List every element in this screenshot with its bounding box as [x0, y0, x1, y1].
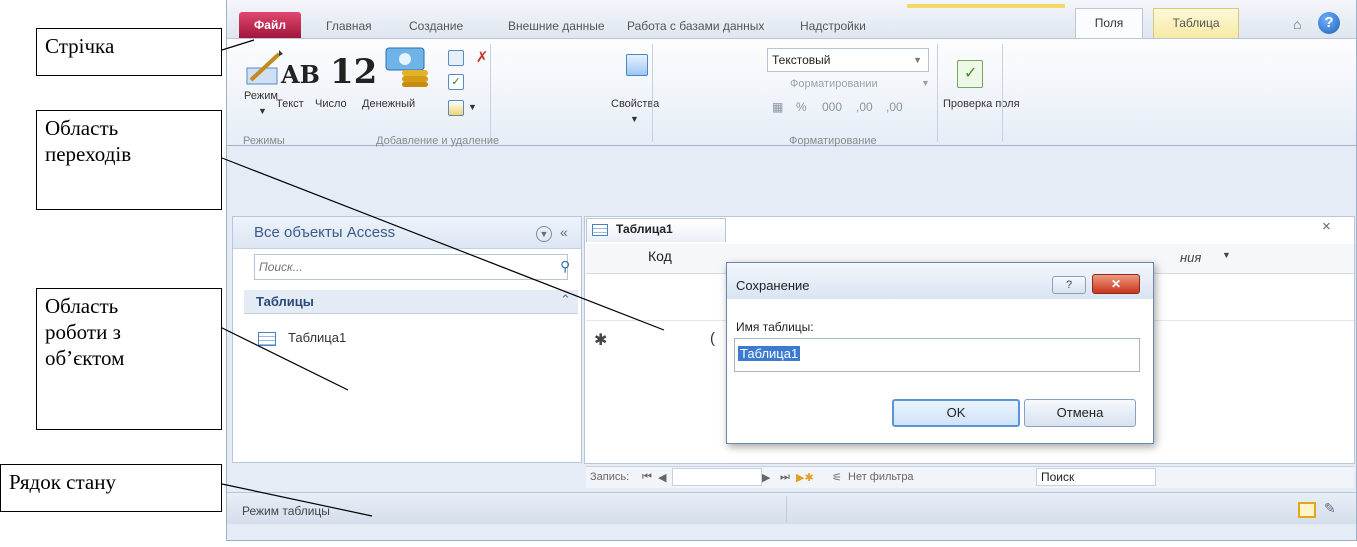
column-header-add[interactable]: ния: [1180, 250, 1201, 265]
format-dropdown-icon[interactable]: ▼: [921, 78, 930, 88]
chevron-down-icon[interactable]: ▼: [1222, 250, 1231, 260]
help-icon[interactable]: ?: [1318, 12, 1340, 34]
ribbon-group-divider: [1002, 44, 1003, 142]
tab-addins[interactable]: Надстройки: [800, 14, 866, 38]
navigation-search-input[interactable]: [254, 254, 568, 280]
table-icon: [258, 332, 276, 346]
mode-dropdown-icon[interactable]: ▼: [258, 106, 267, 116]
ribbon-group-divider: [652, 44, 653, 142]
collapse-group-icon[interactable]: ⌃: [560, 292, 571, 308]
tab-table[interactable]: Таблица: [1153, 8, 1239, 38]
thousands-format-button[interactable]: 000: [822, 100, 842, 114]
mode-button[interactable]: Режим: [244, 90, 278, 102]
tab-home[interactable]: Главная: [326, 14, 372, 38]
callout-status-bar: Рядок стану: [0, 464, 222, 512]
current-record-input[interactable]: [672, 468, 762, 486]
data-type-select[interactable]: Текстовый ▼: [767, 48, 929, 72]
dialog-close-button[interactable]: ✕: [1092, 274, 1140, 294]
chevron-down-icon[interactable]: ▼: [536, 226, 552, 242]
nav-item-table1[interactable]: Таблица1: [288, 330, 346, 345]
currency-field-button[interactable]: Денежный: [362, 98, 415, 110]
filter-status[interactable]: Нет фильтра: [848, 471, 914, 483]
tab-file[interactable]: Файл: [239, 12, 301, 38]
group-label-modes: Режимы: [243, 135, 285, 147]
document-tab-label: Таблица1: [616, 222, 673, 236]
mode-icon: [246, 50, 283, 85]
field-validation-button[interactable]: Проверка поля: [943, 98, 1020, 110]
dialog-help-button[interactable]: ?: [1052, 276, 1086, 294]
table-name-value: Таблица1: [738, 346, 801, 361]
callout-object-area: Область роботи з об’єктом: [36, 288, 222, 430]
format-select[interactable]: Форматировании: [790, 78, 878, 90]
properties-dropdown-icon[interactable]: ▼: [630, 114, 639, 124]
filter-icon: ⚟: [832, 472, 842, 484]
column-header-id[interactable]: Код: [648, 248, 672, 264]
checkbox-field-icon[interactable]: ✓: [448, 74, 464, 90]
group-label-add-delete: Добавление и удаление: [376, 135, 500, 147]
decrease-decimals-button[interactable]: ,00: [886, 100, 903, 114]
properties-icon: [626, 54, 648, 76]
datasheet-view-icon[interactable]: [1298, 502, 1316, 518]
text-field-icon: AB: [281, 60, 320, 89]
new-record-cell[interactable]: (: [710, 330, 715, 347]
status-divider: [786, 496, 787, 522]
search-icon[interactable]: ⚲: [560, 258, 570, 275]
navigation-group-label: Таблицы: [256, 294, 314, 309]
validation-icon: [957, 60, 983, 88]
callout-ribbon-text: Стрічка: [45, 34, 115, 58]
ribbon-group-divider: [490, 44, 491, 142]
contextual-tab-strip: [907, 4, 1065, 8]
design-view-icon[interactable]: ✎: [1324, 500, 1336, 517]
number-field-button[interactable]: Число: [315, 98, 347, 110]
percent-format-button[interactable]: %: [796, 100, 807, 114]
more-fields-icon[interactable]: [448, 100, 464, 116]
currency-format-icon[interactable]: ▦: [772, 100, 783, 114]
ok-button[interactable]: OK: [892, 399, 1020, 427]
records-label: Запись:: [590, 471, 630, 483]
table-name-label: Имя таблицы:: [736, 320, 814, 334]
callout-navigation-pane: Область переходів: [36, 110, 222, 210]
shutter-bar-close-icon[interactable]: «: [560, 224, 568, 240]
table-icon: [592, 224, 608, 236]
increase-decimals-button[interactable]: ,00: [856, 100, 873, 114]
status-text: Режим таблицы: [242, 504, 330, 518]
callout-nav-line2: переходів: [45, 142, 132, 166]
status-bar: [227, 492, 1356, 524]
ribbon-group-divider: [937, 44, 938, 142]
number-field-icon: 12: [330, 52, 378, 92]
chevron-down-icon: ▼: [913, 55, 922, 65]
text-field-button[interactable]: Текст: [276, 98, 304, 110]
next-record-icon[interactable]: ▶: [762, 471, 770, 484]
last-record-icon[interactable]: ⏭: [780, 471, 790, 484]
tab-fields[interactable]: Поля: [1075, 8, 1143, 40]
callout-status-text: Рядок стану: [9, 470, 116, 494]
more-fields-dropdown-icon[interactable]: ▼: [468, 102, 477, 112]
previous-record-icon[interactable]: ◀: [658, 471, 666, 484]
tab-database-tools[interactable]: Работа с базами данных: [627, 14, 764, 38]
callout-ribbon: Стрічка: [36, 28, 222, 76]
callout-obj-line3: об’єктом: [45, 346, 125, 370]
callout-obj-line2: роботи з: [45, 320, 121, 344]
group-label-formatting: Форматирование: [789, 135, 877, 147]
callout-nav-line1: Область: [45, 116, 119, 140]
currency-icon: [385, 47, 428, 87]
tab-create[interactable]: Создание: [409, 14, 463, 38]
new-record-marker: ✱: [594, 332, 608, 349]
new-record-icon[interactable]: ▶✱: [796, 471, 814, 484]
cancel-button[interactable]: Отмена: [1024, 399, 1136, 427]
navigation-pane-title[interactable]: Все объекты Access: [254, 224, 395, 241]
tab-external-data[interactable]: Внешние данные: [508, 14, 605, 38]
ribbon-collapse-icon[interactable]: ⌂: [1293, 16, 1301, 32]
dialog-title: Сохранение: [736, 278, 810, 293]
record-search-input[interactable]: Поиск: [1036, 468, 1156, 486]
add-field-icon[interactable]: [448, 50, 464, 66]
data-type-value: Текстовый: [772, 53, 831, 67]
delete-field-icon[interactable]: ✗: [474, 50, 490, 66]
close-icon[interactable]: ×: [1322, 218, 1331, 235]
callout-obj-line1: Область: [45, 294, 119, 318]
first-record-icon[interactable]: ⏮: [642, 471, 652, 484]
